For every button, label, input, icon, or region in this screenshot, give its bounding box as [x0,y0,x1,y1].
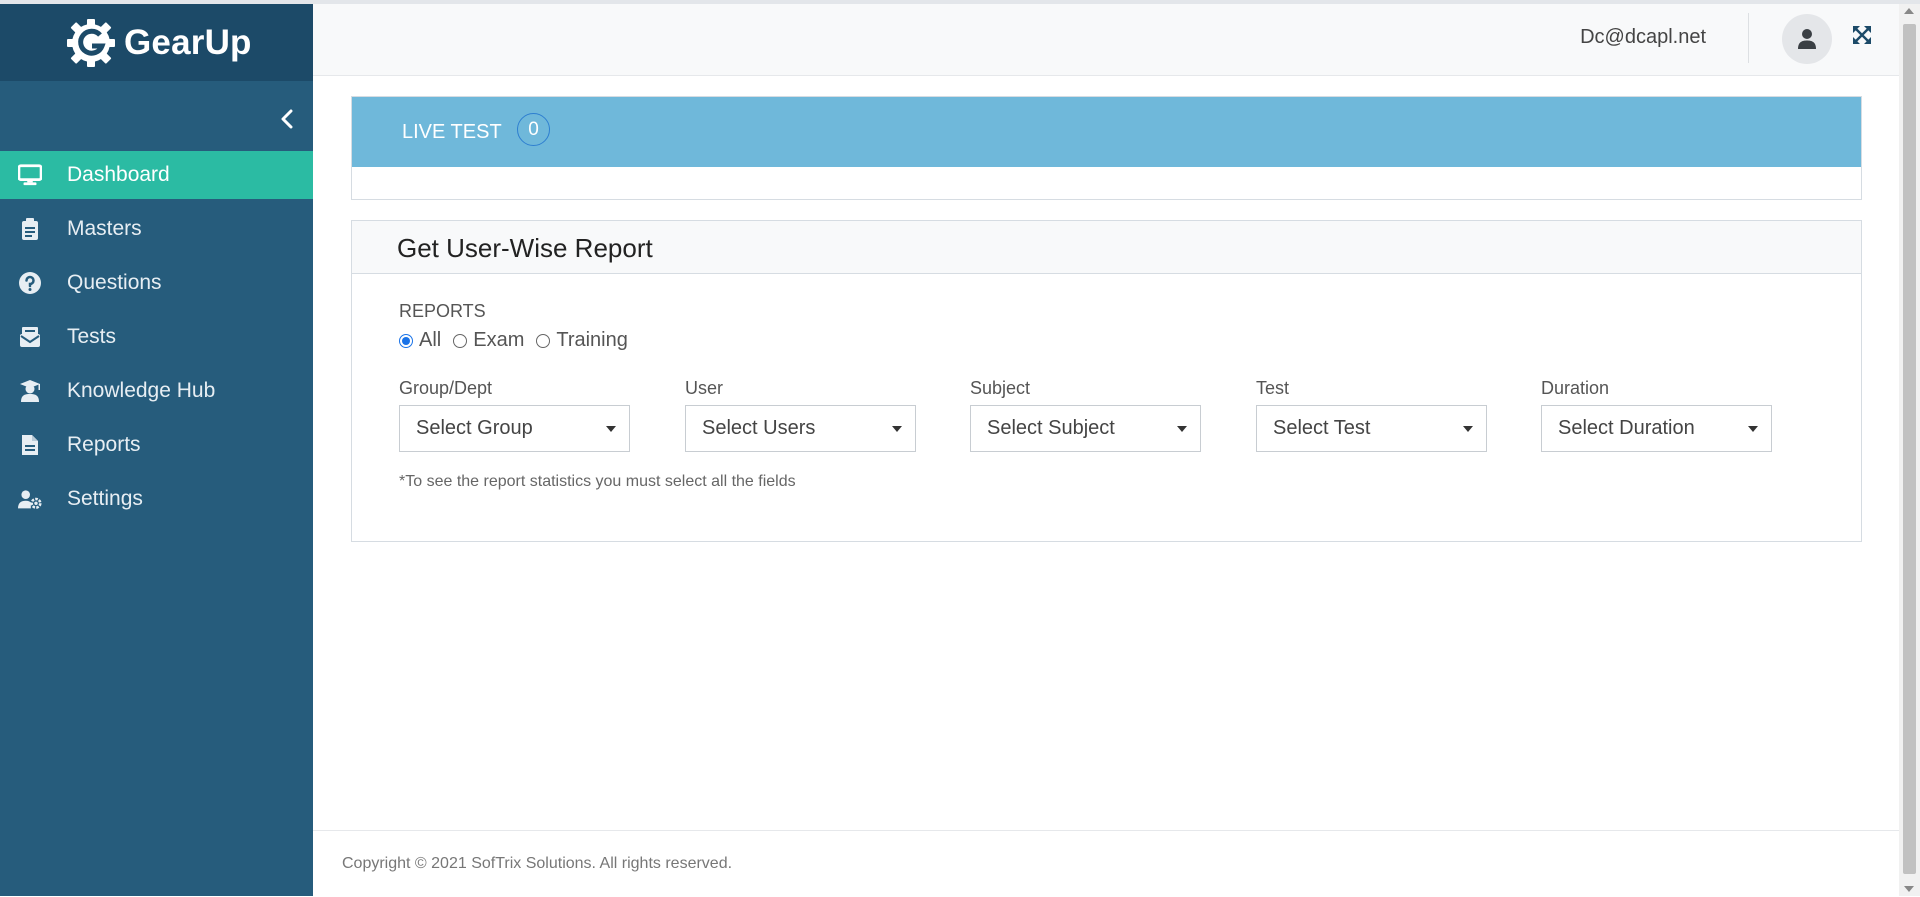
field-label: Subject [970,378,1031,398]
duration-field: Duration Select Duration [1541,378,1772,452]
field-label: Test [1256,378,1290,398]
footer: Copyright © 2021 SofTrix Solutions. All … [313,830,1899,897]
radio-label: All [419,329,442,351]
scroll-down-arrow-icon[interactable] [1904,886,1914,892]
caret-down-icon [606,425,616,432]
sidebar-item-reports[interactable]: Reports [0,421,313,469]
field-label: Group/Dept [399,378,493,398]
subject-field: Subject Select Subject [970,378,1201,452]
question-circle-icon [18,271,42,295]
report-note: *To see the report statistics you must s… [399,473,796,490]
live-test-card: LIVE TEST 0 [351,96,1862,200]
scrollbar-thumb[interactable] [1903,24,1916,874]
sidebar-item-knowledge-hub[interactable]: Knowledge Hub [0,367,313,415]
sidebar-item-label: Reports [67,433,141,456]
graduate-icon [18,379,42,403]
report-type-radio-group: All Exam Training [399,329,640,352]
sidebar-item-label: Knowledge Hub [67,379,216,402]
test-select[interactable]: Select Test [1256,405,1487,452]
sidebar-item-settings[interactable]: Settings [0,475,313,523]
scroll-up-arrow-icon[interactable] [1904,8,1914,14]
user-email: Dc@dcapl.net [1580,26,1706,48]
sidebar-item-questions[interactable]: Questions [0,259,313,307]
sidebar-item-dashboard[interactable]: Dashboard [0,151,313,199]
copyright-text: Copyright © 2021 SofTrix Solutions. All … [342,855,733,872]
chevron-left-icon [281,109,293,129]
live-test-count-badge: 0 [517,113,550,146]
caret-down-icon [1177,425,1187,432]
gear-logo-icon [67,19,115,67]
user-avatar-button[interactable] [1782,14,1832,64]
user-field: User Select Users [685,378,916,452]
report-title: Get User-Wise Report [397,233,653,263]
radio-training[interactable]: Training [536,329,628,352]
radio-button[interactable] [536,333,551,348]
user-wise-report-card: Get User-Wise Report REPORTS All Exam Tr… [351,220,1862,542]
sidebar-item-label: Masters [67,217,142,240]
subject-select[interactable]: Select Subject [970,405,1201,452]
sidebar-item-masters[interactable]: Masters [0,205,313,253]
user-icon [1798,29,1816,49]
live-test-title: LIVE TEST [402,121,502,143]
caret-down-icon [892,425,902,432]
sidebar-item-label: Settings [67,487,143,510]
collapse-sidebar-button[interactable] [272,104,302,134]
select-value: Select Users [702,417,816,439]
sidebar: GearUp Dashboard Masters Questions Tests… [0,4,313,896]
app-logo[interactable]: GearUp [64,16,252,70]
sidebar-item-label: Questions [67,271,162,294]
radio-all[interactable]: All [399,329,441,352]
clipboard-icon [18,217,42,241]
select-value: Select Subject [987,417,1115,439]
field-label: Duration [1541,378,1610,398]
duration-select[interactable]: Select Duration [1541,405,1772,452]
monitor-icon [18,163,42,187]
radio-button[interactable] [399,333,413,348]
header-divider [1748,13,1749,63]
app-name: GearUp [124,23,252,62]
select-value: Select Group [416,417,533,439]
group-dept-field: Group/Dept Select Group [399,378,630,452]
logo-bar: GearUp [0,4,313,81]
page-scrollbar[interactable] [1899,4,1920,896]
sidebar-item-tests[interactable]: Tests [0,313,313,361]
field-label: User [685,378,724,398]
live-test-header: LIVE TEST 0 [352,97,1861,167]
sidebar-nav: Dashboard Masters Questions Tests Knowle… [0,151,313,529]
fullscreen-button[interactable] [1849,22,1875,48]
select-value: Select Duration [1558,417,1695,439]
file-icon [18,433,42,457]
caret-down-icon [1748,425,1758,432]
sidebar-item-label: Dashboard [67,163,170,186]
mail-bulk-icon [18,325,42,349]
user-cog-icon [18,487,42,511]
caret-down-icon [1463,425,1473,432]
radio-exam[interactable]: Exam [453,329,524,352]
expand-icon [1853,26,1871,44]
select-value: Select Test [1273,417,1371,439]
user-select[interactable]: Select Users [685,405,916,452]
reports-label: REPORTS [399,301,486,321]
radio-label: Training [556,329,628,351]
top-header: Dc@dcapl.net [313,4,1899,76]
group-select[interactable]: Select Group [399,405,630,452]
test-field: Test Select Test [1256,378,1487,452]
report-card-header: Get User-Wise Report [352,221,1861,274]
sidebar-item-label: Tests [67,325,117,348]
radio-label: Exam [473,329,525,351]
radio-button[interactable] [453,333,468,348]
